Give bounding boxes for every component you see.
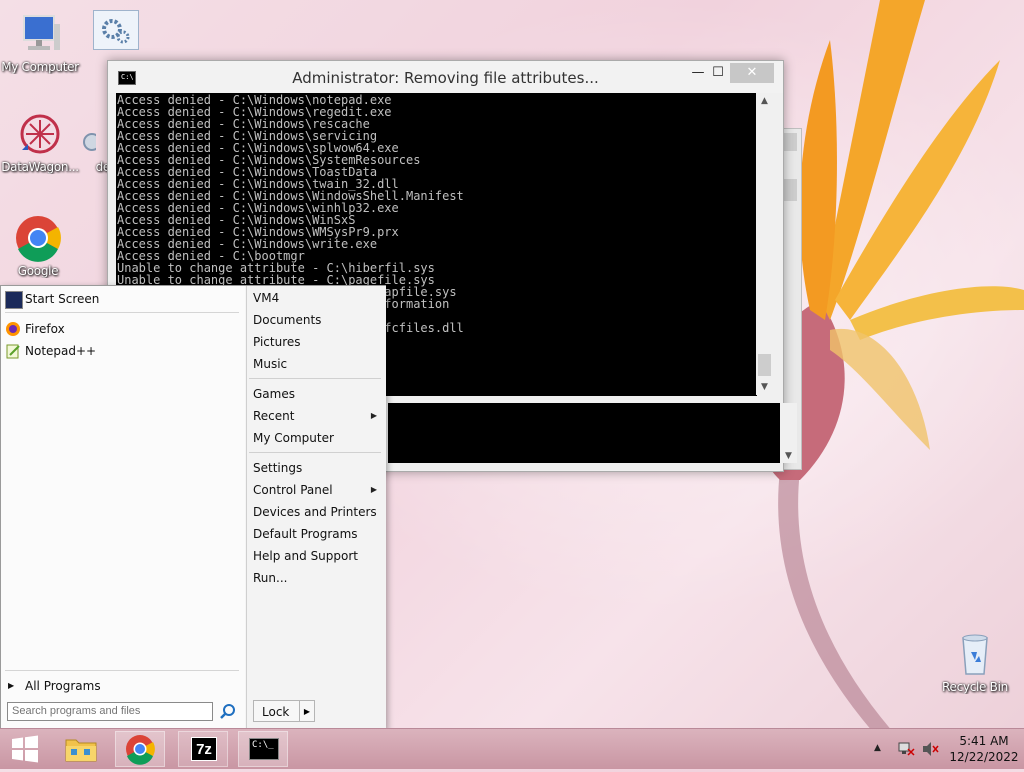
start-item-label: Notepad++ [25,344,97,358]
7zip-icon: 7z [191,737,217,761]
desktop-icon-settings[interactable] [74,10,158,52]
start-menu: Start Screen Firefox Notepad++ ▶ All Pro… [0,285,386,730]
command-prompt-icon: C:\_ [249,738,279,760]
notepad-plus-plus-icon [5,343,21,359]
link-label: My Computer [253,431,334,445]
all-programs-item[interactable]: ▶ All Programs [5,676,101,696]
console-scrollbar[interactable]: ▲ ▼ [756,93,773,395]
link-label: Run... [253,571,288,585]
divider [249,452,381,453]
taskbar: 7z C:\_ ▲ 5:41 AM 12/22/2022 [0,728,1024,769]
submenu-arrow-icon: ▶ [370,411,377,420]
taskbar-7zip[interactable]: 7z [178,731,228,767]
file-explorer-icon [65,739,97,762]
desktop-icon-my-computer[interactable]: My Computer [0,10,82,74]
start-menu-left-pane: Start Screen Firefox Notepad++ ▶ All Pro… [1,286,245,729]
start-link-music[interactable]: Music [253,354,379,374]
submenu-arrow-icon: ▶ [370,485,377,494]
all-programs-label: All Programs [25,679,101,693]
taskbar-file-explorer[interactable] [56,731,106,767]
recycle-bin-icon [951,630,999,678]
start-button[interactable] [0,731,50,767]
start-link-run[interactable]: Run... [253,568,379,588]
divider [249,378,381,379]
start-item-label: Start Screen [25,292,100,306]
desktop-icon-label: Google [17,264,59,278]
desktop-icon-partial[interactable]: de [62,120,110,174]
link-label: Devices and Printers [253,505,377,519]
start-link-default-programs[interactable]: Default Programs [253,524,379,544]
start-item-notepad-plus-plus[interactable]: Notepad++ [5,341,96,361]
system-clock[interactable]: 5:41 AM 12/22/2022 [946,733,1022,765]
clock-date: 12/22/2022 [949,750,1019,764]
start-link-recent[interactable]: Recent ▶ [253,406,379,426]
scroll-down-arrow-icon[interactable]: ▼ [780,451,797,461]
close-button[interactable]: ✕ [730,63,774,83]
divider [5,670,239,671]
link-label: Music [253,357,288,371]
link-label: Pictures [253,335,301,349]
chrome-icon [126,735,155,765]
datawagon-icon [16,110,64,158]
start-link-vm4[interactable]: VM4 [253,288,379,308]
scrollbar-thumb[interactable] [784,179,797,201]
start-screen-icon [5,291,23,309]
windows-start-icon [12,735,38,763]
search-input[interactable] [7,702,213,721]
clock-time: 5:41 AM [959,734,1009,748]
scrollbar-thumb[interactable] [784,133,797,151]
scroll-down-arrow-icon[interactable]: ▼ [756,379,773,395]
start-item-firefox[interactable]: Firefox [5,319,65,339]
link-label: Help and Support [253,549,358,563]
search-icon[interactable] [219,703,237,721]
link-label: Settings [253,461,303,475]
start-link-pictures[interactable]: Pictures [253,332,379,352]
computer-icon [16,10,64,58]
cmd-label: C:\_ [252,740,274,750]
taskbar-command-prompt[interactable]: C:\_ [238,731,288,767]
console-lower-pane[interactable] [388,403,780,463]
lower-scrollbar[interactable]: ▼ [780,403,797,463]
desktop-icon-label: de [95,160,110,174]
start-item-label: Firefox [25,322,65,336]
firefox-icon [5,321,21,337]
link-label: Default Programs [253,527,358,541]
volume-muted-icon[interactable] [920,729,940,769]
title-bar[interactable]: C:\ Administrator: Removing file attribu… [108,61,783,93]
desktop-icon-recycle-bin[interactable]: Recycle Bin [933,630,1017,694]
link-label: Recent [253,409,295,423]
maximize-button[interactable]: ☐ [704,63,732,83]
desktop-icon-label: My Computer [1,60,79,74]
start-link-games[interactable]: Games [253,384,379,404]
network-icon[interactable] [896,729,916,769]
divider [5,312,239,313]
link-label: Documents [253,313,322,327]
window-title: Administrator: Removing file attributes.… [292,69,599,87]
link-label: VM4 [253,291,280,305]
lock-options-arrow-icon[interactable]: ▶ [299,700,315,722]
start-link-settings[interactable]: Settings [253,458,379,478]
expand-arrow-icon: ▶ [8,681,15,690]
start-link-devices-and-printers[interactable]: Devices and Printers [253,502,379,522]
scroll-up-arrow-icon[interactable]: ▲ [756,93,773,109]
start-link-documents[interactable]: Documents [253,310,379,330]
desktop-icon-google-chrome[interactable]: Google [0,214,80,278]
desktop-icon-label: Recycle Bin [942,680,1008,694]
chrome-icon [14,214,62,262]
start-link-control-panel[interactable]: Control Panel ▶ [253,480,379,500]
link-label: Control Panel [253,483,333,497]
gear-icon [76,120,101,158]
gears-icon [93,10,139,50]
start-menu-right-pane: VM4 Documents Pictures Music Games Recen… [246,286,386,729]
scrollbar-thumb[interactable] [758,354,771,376]
start-link-my-computer[interactable]: My Computer [253,428,379,448]
start-item-start-screen[interactable]: Start Screen [5,289,99,309]
7zip-label: 7z [196,741,212,758]
link-label: Games [253,387,295,401]
taskbar-chrome[interactable] [115,731,165,767]
start-link-help-and-support[interactable]: Help and Support [253,546,379,566]
